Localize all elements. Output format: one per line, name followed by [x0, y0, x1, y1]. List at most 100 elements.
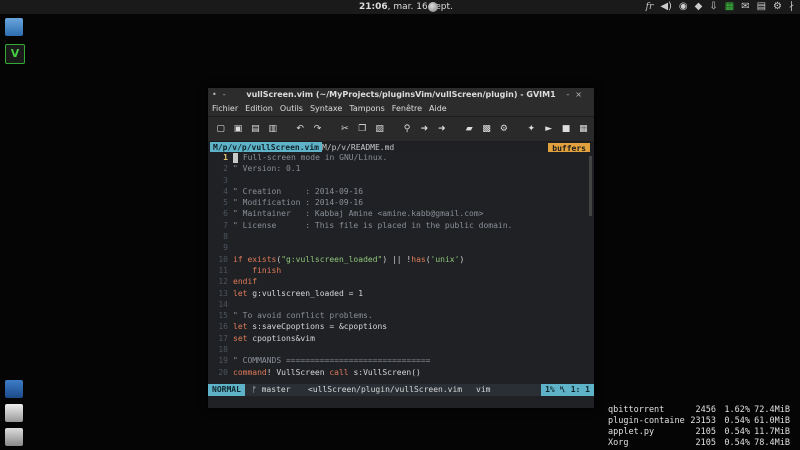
window-title: vullScreen.vim (~/MyProjects/pluginsVim/… — [246, 90, 556, 99]
code-line[interactable]: 3 — [208, 175, 594, 186]
code-line[interactable]: 5 " Modification : 2014-09-16 — [208, 197, 594, 208]
system-monitor-icon[interactable]: ▦ — [725, 0, 734, 14]
mode-indicator: NORMAL — [208, 384, 245, 396]
dropbox-icon[interactable]: ◆ — [695, 0, 703, 14]
save-all-icon[interactable]: ▤ — [249, 120, 262, 138]
line-number: 12 — [218, 277, 228, 287]
window-titlebar[interactable]: •- vullScreen.vim (~/MyProjects/pluginsV… — [208, 88, 594, 102]
code-token: ) — [459, 254, 465, 264]
volume-icon[interactable]: ◀) — [660, 0, 672, 14]
jump-tag-icon[interactable]: ■ — [559, 120, 572, 138]
menu-syntaxe[interactable]: Syntaxe — [310, 102, 342, 116]
code-line[interactable]: 12 endif — [208, 276, 594, 287]
bluetooth-off-icon[interactable]: ∤ — [789, 0, 794, 14]
code-line[interactable]: 2 " Version: 0.1 — [208, 163, 594, 174]
menu-tampons[interactable]: Tampons — [349, 102, 384, 116]
open-file-icon[interactable]: ▢ — [214, 120, 227, 138]
process-pid: 2456 — [695, 405, 716, 415]
code-line[interactable]: 15 " To avoid conflict problems. — [208, 310, 594, 321]
code-token: s:saveCpoptions = &cpoptions — [252, 322, 388, 332]
line-number: 19 — [218, 356, 228, 366]
menu-fenetre[interactable]: Fenêtre — [392, 102, 422, 116]
dock-app-icon-2[interactable] — [5, 428, 23, 446]
copy-icon[interactable]: ❐ — [356, 120, 369, 138]
code-token: " Version: 0.1 — [233, 164, 301, 174]
paste-icon[interactable]: ▨ — [373, 120, 386, 138]
line-number: 4 — [223, 186, 228, 196]
find-next-icon[interactable]: ➜ — [418, 120, 431, 138]
top-panel: 21:06, mar. 16 sept. fr ◀) ◉ ◆ ⇩ ▦ ✉ ▤ ⚙… — [0, 0, 800, 14]
line-number: 17 — [218, 333, 228, 343]
editor-area[interactable]: 1 Full-screen mode in GNU/Linux. 2 " Versi… — [208, 152, 594, 384]
print-icon[interactable]: ▥ — [266, 120, 279, 138]
code-line[interactable]: 19 " COMMANDS ===========================… — [208, 355, 594, 366]
menu-fichier[interactable]: Fichier — [212, 102, 238, 116]
code-line[interactable]: 11 finish — [208, 265, 594, 276]
run-script-icon[interactable]: ⚙ — [497, 120, 510, 138]
code-line[interactable]: 17 set cpoptions&vim — [208, 333, 594, 344]
code-token: command — [233, 367, 267, 377]
code-line[interactable]: 9 — [208, 242, 594, 253]
code-line[interactable]: 10 if exists("g:vullscreen_loaded") || !h… — [208, 254, 594, 265]
process-pid: 2105 — [695, 427, 716, 437]
code-token: ) || ! — [382, 254, 412, 264]
dock-app-icon[interactable] — [5, 380, 23, 398]
code-line[interactable]: 13 let g:vullscreen_loaded = 1 — [208, 288, 594, 299]
weather-moon-icon[interactable] — [428, 2, 438, 12]
code-token: let — [233, 322, 253, 332]
code-line[interactable]: 16 let s:saveCpoptions = &cpoptions — [208, 321, 594, 332]
undo-icon[interactable]: ↶ — [294, 120, 307, 138]
line-number: 2 — [223, 164, 228, 174]
redo-icon[interactable]: ↷ — [311, 120, 324, 138]
process-row: qbittorrent 2456 1.62% 72.4MiB — [608, 405, 790, 416]
download-icon[interactable]: ⇩ — [709, 0, 717, 14]
code-line[interactable]: 18 — [208, 344, 594, 355]
gvim-launcher-icon[interactable]: V — [5, 44, 25, 64]
cut-icon[interactable]: ✂ — [338, 120, 351, 138]
menu-outils[interactable]: Outils — [280, 102, 303, 116]
clipboard-icon[interactable]: ▤ — [757, 0, 766, 14]
code-token: call — [329, 367, 354, 377]
load-session-icon[interactable]: ▰ — [463, 120, 476, 138]
save-file-icon[interactable]: ▣ — [231, 120, 244, 138]
help-icon[interactable]: ▦ — [577, 120, 590, 138]
code-text: if exists("g:vullscreen_loaded") || !has… — [233, 254, 464, 265]
find-icon[interactable]: ⚲ — [400, 120, 413, 138]
code-line[interactable]: 6 " Maintainer : Kabbaj Amine <amine.kabb… — [208, 208, 594, 219]
line-number: 3 — [223, 175, 228, 185]
menu-edition[interactable]: Edition — [245, 102, 273, 116]
dock-files-icon[interactable] — [5, 404, 23, 422]
code-line[interactable]: 4 " Creation : 2014-09-16 — [208, 186, 594, 197]
gvim-window[interactable]: •- vullScreen.vim (~/MyProjects/pluginsV… — [208, 88, 594, 408]
code-token: s:VullScreen() — [353, 367, 421, 377]
code-token: has — [411, 254, 426, 264]
code-text: " To avoid conflict problems. — [233, 310, 373, 321]
code-token: " License : This file is placed in the p… — [233, 220, 513, 230]
code-line[interactable]: 7 " License : This file is placed in the … — [208, 220, 594, 231]
menu-aide[interactable]: Aide — [429, 102, 447, 116]
keyboard-layout-indicator[interactable]: fr — [646, 0, 654, 14]
build-tags-icon[interactable]: ► — [542, 120, 555, 138]
network-wifi-icon[interactable]: ◉ — [679, 0, 688, 14]
clock-time: 21:06 — [359, 2, 388, 12]
settings-gear-icon[interactable]: ⚙ — [773, 0, 782, 14]
code-line[interactable]: 8 — [208, 231, 594, 242]
save-session-icon[interactable]: ▩ — [480, 120, 493, 138]
line-number: 18 — [218, 345, 228, 355]
clock[interactable]: 21:06, mar. 16 sept. — [359, 0, 453, 14]
code-token: if — [233, 254, 248, 264]
code-line[interactable]: 1 Full-screen mode in GNU/Linux. — [208, 152, 594, 163]
code-line[interactable]: 20 command! VullScreen call s:VullScreen(… — [208, 367, 594, 378]
window-controls-icon[interactable]: -× — [566, 88, 588, 102]
code-token: "g:vullscreen_loaded" — [281, 254, 383, 264]
line-number: 20 — [218, 367, 228, 377]
code-token: endif — [233, 277, 258, 287]
process-pid: 23153 — [690, 416, 716, 426]
line-number: 15 — [218, 311, 228, 321]
mail-icon[interactable]: ✉ — [741, 0, 749, 14]
desktop-app-icon[interactable] — [5, 18, 23, 36]
make-icon[interactable]: ✦ — [525, 120, 538, 138]
command-line[interactable] — [208, 396, 594, 408]
code-line[interactable]: 14 — [208, 299, 594, 310]
find-prev-icon[interactable]: ➜ — [435, 120, 448, 138]
